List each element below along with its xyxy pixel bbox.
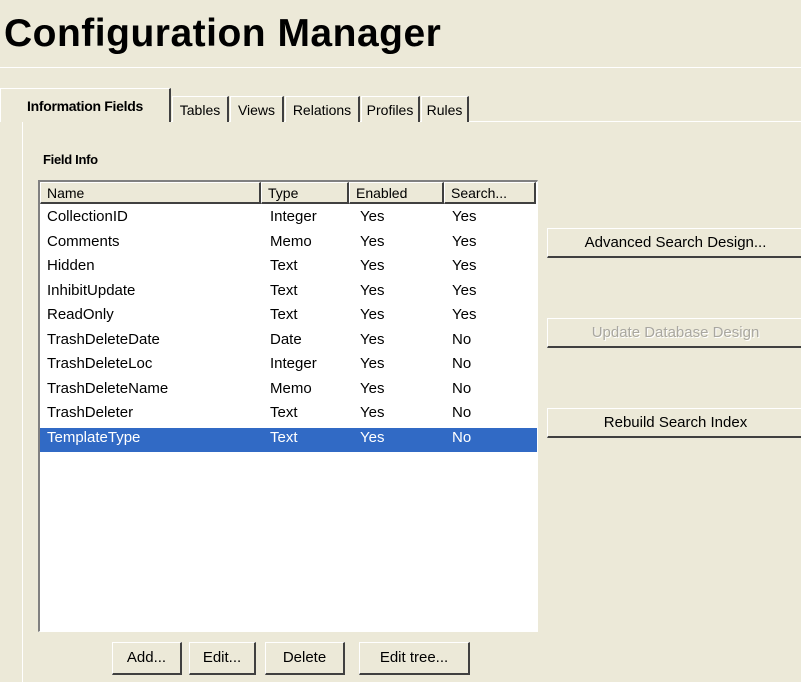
- column-header-type[interactable]: Type: [261, 182, 349, 204]
- page-title: Configuration Manager: [4, 12, 442, 55]
- row-type-cell: Integer: [270, 355, 317, 372]
- edit-tree-button[interactable]: Edit tree...: [359, 642, 470, 675]
- row-search-cell: Yes: [452, 281, 477, 299]
- row-name-cell: TrashDeleter: [47, 404, 134, 421]
- row-name-cell: CollectionID: [47, 208, 128, 225]
- row-type-cell: Text: [270, 257, 298, 274]
- row-search-cell: Yes: [452, 306, 477, 323]
- row-search-cell: Yes: [452, 257, 477, 274]
- row-name-cell: ReadOnly: [47, 306, 114, 323]
- row-enabled-cell: Yes: [360, 428, 385, 446]
- row-name-cell: TrashDeleteName: [47, 379, 169, 397]
- column-header-search[interactable]: Search...: [444, 182, 536, 204]
- row-name-cell: TrashDeleteLoc: [47, 355, 153, 372]
- add-button[interactable]: Add...: [112, 642, 182, 675]
- column-header-enabled[interactable]: Enabled: [349, 182, 444, 204]
- advanced-search-design-button[interactable]: Advanced Search Design...: [547, 228, 801, 258]
- row-search-cell: Yes: [452, 208, 477, 225]
- tab-information-fields[interactable]: Information Fields: [0, 88, 171, 122]
- list-header: Name Type Enabled Search...: [40, 182, 537, 204]
- row-name-cell: TemplateType: [47, 428, 141, 446]
- row-name-cell: Comments: [47, 232, 120, 250]
- table-row[interactable]: TrashDeleteName Memo Yes No: [40, 379, 537, 404]
- row-enabled-cell: Yes: [360, 257, 385, 274]
- row-search-cell: No: [452, 355, 472, 372]
- table-row[interactable]: InhibitUpdate Text Yes Yes: [40, 281, 537, 306]
- delete-button[interactable]: Delete: [265, 642, 345, 675]
- row-type-cell: Memo: [270, 379, 312, 397]
- table-row[interactable]: TemplateType Text Yes No: [40, 427, 537, 452]
- list-body: CollectionID Integer Yes Yes Comments Memo Yes…: [40, 207, 537, 452]
- field-info-label: Field Info: [43, 152, 98, 167]
- tab-relations[interactable]: Relations: [285, 96, 360, 122]
- row-enabled-cell: Yes: [360, 208, 385, 225]
- tab-rules[interactable]: Rules: [421, 96, 469, 122]
- update-database-design-button[interactable]: Update Database Design: [547, 318, 801, 348]
- column-header-name[interactable]: Name: [40, 182, 261, 204]
- table-row[interactable]: Comments Memo Yes Yes: [40, 232, 537, 257]
- table-row[interactable]: TrashDeleter Text Yes No: [40, 403, 537, 428]
- tab-views[interactable]: Views: [230, 96, 284, 122]
- row-search-cell: No: [452, 330, 472, 348]
- table-row[interactable]: TrashDeleteLoc Integer Yes No: [40, 354, 537, 379]
- table-row[interactable]: Hidden Text Yes Yes: [40, 256, 537, 281]
- row-enabled-cell: Yes: [360, 404, 385, 421]
- row-type-cell: Text: [270, 281, 298, 299]
- row-enabled-cell: Yes: [360, 379, 385, 397]
- row-enabled-cell: Yes: [360, 232, 385, 250]
- rebuild-search-index-button[interactable]: Rebuild Search Index: [547, 408, 801, 438]
- row-type-cell: Text: [270, 306, 298, 323]
- row-enabled-cell: Yes: [360, 355, 385, 372]
- row-type-cell: Memo: [270, 232, 312, 250]
- row-type-cell: Date: [270, 330, 302, 348]
- table-row[interactable]: TrashDeleteDate Date Yes No: [40, 330, 537, 355]
- tab-profiles[interactable]: Profiles: [361, 96, 420, 122]
- row-name-cell: InhibitUpdate: [47, 281, 136, 299]
- row-type-cell: Text: [270, 404, 298, 421]
- row-search-cell: No: [452, 404, 472, 421]
- row-search-cell: No: [452, 428, 472, 446]
- edit-button[interactable]: Edit...: [189, 642, 256, 675]
- row-name-cell: TrashDeleteDate: [47, 330, 160, 348]
- table-row[interactable]: ReadOnly Text Yes Yes: [40, 305, 537, 330]
- divider: [0, 67, 801, 68]
- row-type-cell: Text: [270, 428, 298, 446]
- row-enabled-cell: Yes: [360, 330, 385, 348]
- tab-tables[interactable]: Tables: [172, 96, 229, 122]
- row-type-cell: Integer: [270, 208, 317, 225]
- table-row[interactable]: CollectionID Integer Yes Yes: [40, 207, 537, 232]
- row-search-cell: Yes: [452, 232, 477, 250]
- row-name-cell: Hidden: [47, 257, 95, 274]
- row-enabled-cell: Yes: [360, 306, 385, 323]
- field-list[interactable]: Name Type Enabled Search... CollectionID…: [38, 180, 538, 632]
- row-enabled-cell: Yes: [360, 281, 385, 299]
- row-search-cell: No: [452, 379, 472, 397]
